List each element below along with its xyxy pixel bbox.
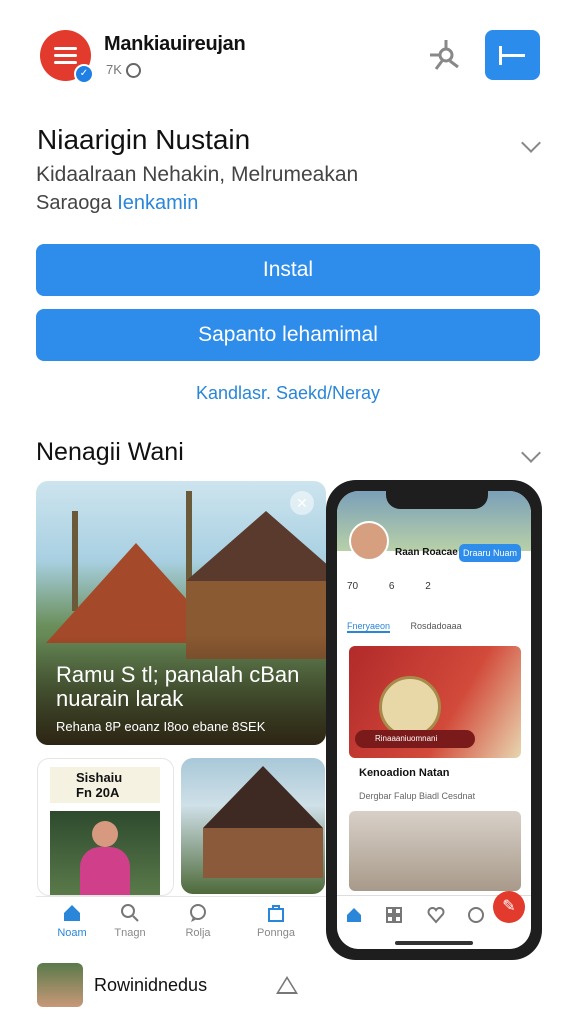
stats-row: 70 6 2 [347,581,521,592]
collapse-button[interactable] [485,30,540,80]
related-app-name[interactable]: Rowinidnedus [94,975,207,996]
gallery-bottom-nav: Noam Tnagn Rolja Ponnga [36,896,326,951]
post-description: Dergbar Falup Biadl Cesdnat [359,791,476,801]
app-logo: ✓ [40,30,94,84]
chevron-down-icon[interactable] [521,443,541,463]
chat-icon [190,904,206,922]
developer-line: Saraoga Ienkamin [36,192,199,214]
more-link[interactable]: Kandlasr. Saekd/Neray [0,383,576,404]
install-button[interactable]: Instal [36,244,540,296]
post-title: Kenoadion Natan [359,767,450,779]
follow-button[interactable]: Draaru Nuam [459,544,521,562]
screenshot-card-main[interactable]: ✕ Ramu S tl; panalah cBan nuarain larak … [36,481,326,745]
home-indicator [395,941,473,945]
profile-tabs: Fneryaeon Rosdadoaaa [347,621,462,633]
page-title: Niaarigin Nustain [37,124,251,155]
nav-item-bag[interactable]: Ponnga [240,897,312,939]
verified-badge-icon: ✓ [74,64,94,84]
tab-other[interactable]: Rosdadoaaa [411,621,462,631]
search-icon [121,904,139,922]
home-icon[interactable] [345,906,363,924]
gallery-title: Nenagii Wani [36,438,184,466]
post-badge: Rinaaaniuomnani [355,730,475,748]
clock-icon [125,63,141,79]
tab-posts[interactable]: Fneryaeon [347,621,391,633]
stat-media: 6 [388,581,395,592]
avatar[interactable] [37,963,83,1007]
phone-screen: Raan Roacae Draaru Nuam 70 6 2 Fneryaeon… [337,491,531,949]
app-subtitle: Kidaalraan Nehakin, Melrumeakan [36,163,359,186]
card-tag: Sishaiu Fn 20A [50,767,160,803]
avatar[interactable] [349,521,389,561]
chevron-down-icon[interactable] [521,133,541,153]
app-name: Mankiauireujan [104,33,246,55]
screenshot-card-house[interactable] [181,758,325,894]
share-icon[interactable] [428,36,464,72]
stat-posts: 70 [347,581,359,592]
heart-icon[interactable] [427,906,445,924]
post-image[interactable]: Rinaaaniuomnani [349,646,521,758]
post-image-2[interactable] [349,811,521,891]
home-icon [64,905,80,921]
profile-photo [50,811,160,895]
developer-link[interactable]: Ienkamin [117,192,198,214]
app-meta: 7K [106,62,141,79]
triangle-up-icon[interactable] [276,976,298,994]
screenshot-card-profile[interactable]: Sishaiu Fn 20A [37,758,174,896]
compose-button[interactable]: ✎ [493,891,525,923]
bag-icon [268,905,284,922]
phone-notch [386,487,488,509]
nav-item-chat[interactable]: Rolja [162,897,234,939]
stat-chat: 2 [425,581,431,592]
nav-item-search[interactable]: Tnagn [94,897,166,939]
expand-icon[interactable]: ✕ [290,491,314,515]
card-subcaption: Rehana 8P eoanz I8oo ebane 8SEK [56,719,266,734]
clock-icon [379,676,441,738]
profile-name: Raan Roacae [395,547,458,558]
grid-icon[interactable] [385,906,403,924]
card-caption: Ramu S tl; panalah cBan nuarain larak [56,662,300,711]
secondary-button[interactable]: Sapanto lehamimal [36,309,540,361]
profile-icon[interactable] [467,906,485,924]
